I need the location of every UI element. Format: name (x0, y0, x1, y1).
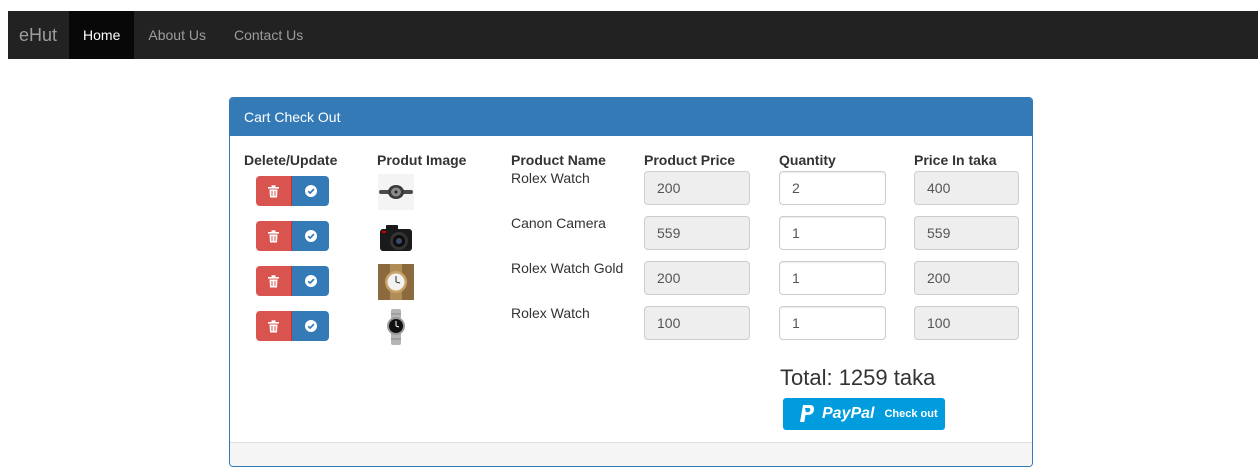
gold-watch-image (378, 264, 414, 300)
nav-home[interactable]: Home (69, 11, 135, 59)
panel-title: Cart Check Out (230, 98, 1032, 136)
check-circle-icon (304, 230, 317, 242)
trash-icon (268, 274, 279, 287)
header-product-price: Product Price (644, 152, 736, 168)
paypal-logo-icon (800, 404, 815, 422)
camera-image (378, 219, 414, 255)
check-circle-icon (304, 275, 317, 287)
update-button[interactable] (292, 311, 329, 341)
steel-watch-image (378, 309, 414, 345)
quantity-input[interactable]: 1 (779, 306, 886, 340)
header-product-name: Product Name (511, 152, 606, 168)
header-product-image: Produt Image (377, 152, 467, 168)
header-price-in-taka: Price In taka (914, 152, 997, 168)
product-name: Canon Camera (511, 215, 606, 231)
row-actions (256, 176, 329, 206)
header-delete-update: Delete/Update (244, 152, 338, 168)
cart-row: Rolex Watch 100 1 100 (230, 305, 1032, 351)
row-total-field: 559 (914, 216, 1019, 250)
quantity-input[interactable]: 1 (779, 216, 886, 250)
row-total-field: 200 (914, 261, 1019, 295)
row-actions (256, 221, 329, 251)
paypal-action-text: Check out (884, 408, 938, 420)
row-total-field: 100 (914, 306, 1019, 340)
paypal-checkout-button[interactable]: PayPal Check out (783, 398, 945, 430)
row-actions (256, 266, 329, 296)
product-name: Rolex Watch (511, 305, 590, 321)
check-circle-icon (304, 320, 317, 332)
delete-button[interactable] (256, 311, 292, 341)
watch-image (378, 174, 414, 210)
delete-button[interactable] (256, 176, 292, 206)
cart-panel: Cart Check Out Delete/Update Produt Imag… (229, 97, 1033, 467)
check-circle-icon (304, 185, 317, 197)
product-name: Rolex Watch Gold (511, 260, 624, 276)
product-price-field: 559 (644, 216, 750, 250)
quantity-input[interactable]: 2 (779, 171, 886, 205)
delete-button[interactable] (256, 221, 292, 251)
trash-icon (268, 319, 279, 332)
delete-button[interactable] (256, 266, 292, 296)
row-actions (256, 311, 329, 341)
row-total-field: 400 (914, 171, 1019, 205)
brand-logo[interactable]: eHut (8, 11, 69, 59)
cart-row: Rolex Watch Gold 200 1 200 (230, 260, 1032, 306)
update-button[interactable] (292, 221, 329, 251)
product-name: Rolex Watch (511, 170, 590, 186)
product-price-field: 100 (644, 306, 750, 340)
paypal-brand-text: PayPal (822, 405, 875, 422)
nav-contact-us[interactable]: Contact Us (220, 11, 317, 59)
update-button[interactable] (292, 176, 329, 206)
trash-icon (268, 229, 279, 242)
top-navbar: eHut Home About Us Contact Us (8, 11, 1258, 59)
nav-about-us[interactable]: About Us (134, 11, 220, 59)
cart-total: Total: 1259 taka (780, 365, 936, 390)
cart-row: Canon Camera 559 1 559 (230, 215, 1032, 261)
cart-row: Rolex Watch 200 2 400 (230, 170, 1032, 216)
product-price-field: 200 (644, 171, 750, 205)
header-quantity: Quantity (779, 152, 836, 168)
update-button[interactable] (292, 266, 329, 296)
product-price-field: 200 (644, 261, 750, 295)
quantity-input[interactable]: 1 (779, 261, 886, 295)
trash-icon (268, 184, 279, 197)
